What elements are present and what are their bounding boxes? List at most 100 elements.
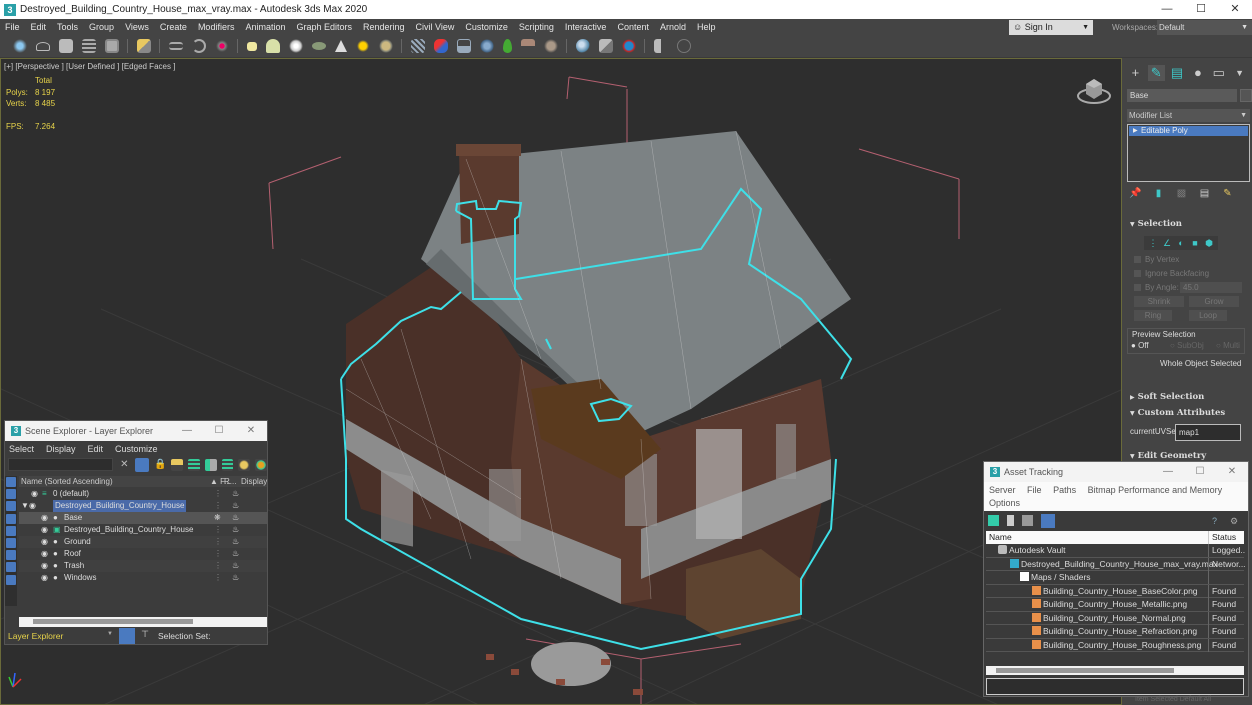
visibility-eye-icon[interactable]: ◉ bbox=[41, 560, 48, 572]
object-row[interactable]: ◉ ● Windows ⋮ ♨ bbox=[19, 572, 267, 584]
checkbox[interactable] bbox=[1134, 256, 1141, 264]
at-menu-bitmap-performance[interactable]: Bitmap Performance and Memory bbox=[1088, 485, 1223, 495]
menu-group[interactable]: Group bbox=[84, 22, 120, 32]
freeze-toggle-icon[interactable]: ⋮ bbox=[214, 560, 222, 572]
maximize-button[interactable]: ☐ bbox=[203, 421, 235, 441]
polygon-icon[interactable]: ■ bbox=[1188, 237, 1202, 249]
asset-tracking-titlebar[interactable]: 3 Asset Tracking — ☐ ✕ bbox=[984, 462, 1248, 482]
display-lights-icon[interactable] bbox=[6, 501, 16, 512]
settings-icon[interactable] bbox=[255, 458, 268, 471]
column-name[interactable]: Name bbox=[989, 532, 1012, 542]
horizontal-scrollbar[interactable] bbox=[19, 617, 267, 627]
link-icon[interactable] bbox=[433, 39, 448, 53]
help-icon[interactable] bbox=[676, 39, 691, 53]
file-icon[interactable] bbox=[1007, 515, 1014, 526]
help-icon[interactable]: ? bbox=[1212, 516, 1222, 526]
asset-row[interactable]: Destroyed_Building_Country_House_max_vra… bbox=[986, 557, 1246, 571]
render-teapot-icon[interactable]: ♨ bbox=[232, 560, 239, 572]
display-tab-icon[interactable]: ▭ bbox=[1210, 65, 1227, 81]
ring-button[interactable]: Ring bbox=[1134, 310, 1172, 321]
expand-triangle-icon[interactable]: ▶ bbox=[1133, 126, 1138, 136]
sort-by-layer-icon[interactable] bbox=[119, 628, 135, 644]
asset-row[interactable]: Autodesk Vault Logged.. bbox=[986, 544, 1245, 558]
menu-customize[interactable]: Customize bbox=[460, 22, 514, 32]
render-teapot-icon[interactable]: ♨ bbox=[232, 524, 239, 536]
cone-icon[interactable] bbox=[334, 40, 347, 52]
bone-icon[interactable] bbox=[410, 39, 425, 53]
script-icon[interactable] bbox=[653, 39, 668, 53]
menu-tools[interactable]: Tools bbox=[52, 22, 84, 32]
image-icon[interactable] bbox=[1022, 515, 1033, 526]
camera-icon[interactable] bbox=[311, 42, 326, 50]
object-row[interactable]: ◉ ● Ground ⋮ ♨ bbox=[19, 536, 267, 548]
asset-path-field[interactable] bbox=[986, 678, 1244, 695]
se-menu-select[interactable]: Select bbox=[9, 444, 34, 454]
object-color-swatch[interactable] bbox=[1240, 89, 1252, 102]
render-teapot-icon[interactable]: ♨ bbox=[232, 572, 239, 584]
asset-row[interactable]: Building_Country_House_Refraction.png Fo… bbox=[986, 625, 1244, 639]
menu-file[interactable]: File bbox=[0, 22, 26, 32]
column-name[interactable]: Name (Sorted Ascending) bbox=[21, 477, 113, 486]
close-button[interactable]: ✕ bbox=[1218, 0, 1252, 19]
menu-modifiers[interactable]: Modifiers bbox=[193, 22, 241, 32]
create-tab-icon[interactable]: + bbox=[1127, 65, 1144, 81]
vertex-icon[interactable]: ⋮ bbox=[1146, 237, 1160, 249]
globe-icon[interactable] bbox=[479, 39, 494, 53]
display-groups-icon[interactable] bbox=[6, 550, 16, 561]
sort-by-hierarchy-icon[interactable]: ⊤ bbox=[138, 629, 152, 643]
by-angle-checkbox[interactable]: By Angle: bbox=[1134, 283, 1179, 292]
hierarchy-icon[interactable] bbox=[204, 458, 217, 471]
filter-icon[interactable] bbox=[135, 457, 150, 472]
close-button[interactable]: ✕ bbox=[235, 421, 267, 441]
se-menu-display[interactable]: Display bbox=[46, 444, 76, 454]
grow-button[interactable]: Grow bbox=[1189, 296, 1239, 307]
preview-subobj-radio[interactable]: ○ SubObj bbox=[1170, 341, 1204, 350]
column-status[interactable]: Status bbox=[1208, 531, 1236, 544]
hierarchy-tab-icon[interactable]: ▤ bbox=[1169, 65, 1186, 81]
se-menu-customize[interactable]: Customize bbox=[115, 444, 158, 454]
modify-tab-icon[interactable]: ✎ bbox=[1147, 65, 1165, 81]
configure-sets-icon[interactable]: ✎ bbox=[1221, 188, 1234, 201]
align-icon[interactable] bbox=[191, 39, 206, 53]
at-menu-paths[interactable]: Paths bbox=[1053, 485, 1076, 495]
asset-row[interactable]: Maps / Shaders bbox=[986, 571, 1244, 585]
object-row[interactable]: ◉ ● Trash ⋮ ♨ bbox=[19, 560, 267, 572]
close-button[interactable]: ✕ bbox=[1216, 462, 1248, 482]
menu-scripting[interactable]: Scripting bbox=[514, 22, 560, 32]
selection-rollout-header[interactable]: ▼ Selection bbox=[1127, 217, 1250, 231]
menu-views[interactable]: Views bbox=[120, 22, 155, 32]
layer-row[interactable]: ▼ ◉ Destroyed_Building_Country_House ⋮ ♨ bbox=[19, 500, 267, 512]
search-input[interactable] bbox=[8, 458, 114, 471]
visibility-eye-icon[interactable]: ◉ bbox=[41, 548, 48, 560]
modifier-list-dropdown[interactable]: Modifier List ▼ bbox=[1127, 109, 1250, 122]
element-icon[interactable]: ⬢ bbox=[1202, 237, 1216, 249]
asset-row[interactable]: Building_Country_House_Roughness.png Fou… bbox=[986, 638, 1244, 652]
menu-animation[interactable]: Animation bbox=[240, 22, 291, 32]
visibility-eye-icon[interactable]: ◉ bbox=[29, 500, 36, 512]
visibility-eye-icon[interactable]: ◉ bbox=[41, 572, 48, 584]
menu-rendering[interactable]: Rendering bbox=[358, 22, 411, 32]
render-teapot-icon[interactable]: ♨ bbox=[232, 488, 239, 500]
freeze-toggle-icon[interactable]: ❋ bbox=[214, 512, 221, 524]
at-menu-server[interactable]: Server bbox=[989, 485, 1016, 495]
viewcube-icon[interactable] bbox=[1076, 74, 1112, 106]
render-teapot-icon[interactable]: ♨ bbox=[232, 536, 239, 548]
scene-explorer-titlebar[interactable]: 3 Scene Explorer - Layer Explorer — ☐ ✕ bbox=[5, 421, 267, 441]
menu-content[interactable]: Content bbox=[612, 22, 655, 32]
object-row[interactable]: ◉ ▣ Destroyed_Building_Country_House ⋮ ♨ bbox=[19, 524, 267, 536]
box-icon[interactable] bbox=[246, 41, 257, 51]
freeze-toggle-icon[interactable]: ⋮ bbox=[214, 572, 222, 584]
mirror-icon[interactable] bbox=[168, 42, 183, 50]
angle-spinner[interactable]: 45.0 bbox=[1180, 282, 1242, 293]
clear-search-icon[interactable]: ✕ bbox=[118, 459, 130, 471]
by-vertex-checkbox[interactable]: By Vertex bbox=[1134, 255, 1179, 264]
display-bones-icon[interactable] bbox=[6, 574, 16, 585]
open-explorer-icon[interactable] bbox=[58, 39, 73, 53]
visibility-eye-icon[interactable]: ◉ bbox=[31, 488, 38, 500]
menu-interactive[interactable]: Interactive bbox=[560, 22, 613, 32]
layers-icon[interactable] bbox=[221, 458, 234, 471]
render-setup-icon[interactable] bbox=[575, 39, 590, 53]
rock-icon[interactable] bbox=[543, 39, 558, 53]
add-to-layer-icon[interactable] bbox=[187, 458, 200, 471]
show-end-result-icon[interactable]: ▮ bbox=[1152, 188, 1165, 201]
